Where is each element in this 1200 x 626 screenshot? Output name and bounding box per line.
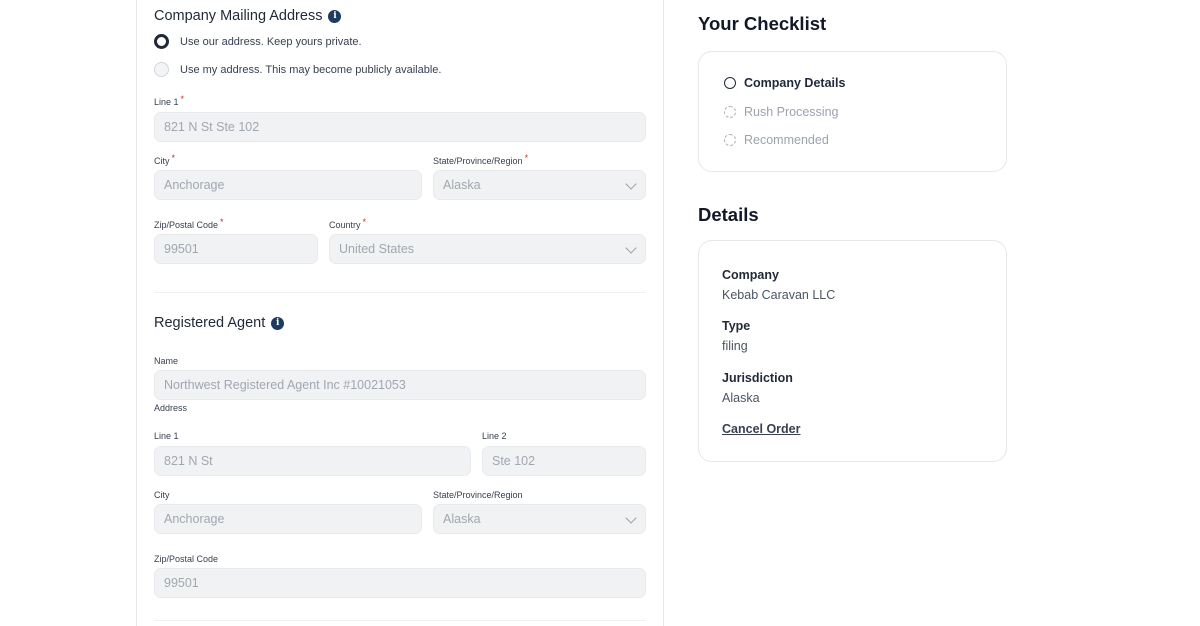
checklist-title: Your Checklist	[698, 13, 827, 34]
country-select[interactable]: United States	[329, 234, 646, 264]
agent-line1-label: Line 1	[154, 431, 179, 441]
info-icon[interactable]: i	[328, 9, 342, 23]
city-field[interactable]: Anchorage	[154, 170, 422, 200]
zip-field[interactable]: 99501	[154, 234, 318, 264]
dashed-circle-icon	[724, 106, 736, 118]
checklist-item-label: Recommended	[744, 133, 829, 147]
line1-label: Line 1 *	[154, 94, 185, 107]
details-title: Details	[698, 204, 759, 225]
type-value: filing	[722, 339, 748, 353]
agent-line1-field[interactable]: 821 N St	[154, 446, 471, 476]
jurisdiction-value: Alaska	[722, 391, 760, 405]
chevron-down-icon	[625, 178, 637, 190]
main-form-card: Company Mailing Address i Use our addres…	[136, 0, 664, 626]
country-label: Country *	[329, 217, 367, 230]
company-value: Kebab Caravan LLC	[722, 288, 836, 302]
agent-state-select[interactable]: Alaska	[433, 504, 646, 534]
agent-address-label: Address	[154, 403, 188, 413]
radio-label: Use our address. Keep yours private.	[180, 35, 362, 48]
chevron-down-icon	[625, 512, 637, 524]
radio-use-my-address[interactable]: Use my address. This may become publicly…	[154, 62, 441, 77]
section-divider	[154, 620, 646, 621]
radio-selected-icon[interactable]	[154, 34, 169, 49]
cancel-order-link[interactable]: Cancel Order	[722, 422, 801, 436]
chevron-down-icon	[625, 242, 637, 254]
zip-label: Zip/Postal Code *	[154, 217, 224, 230]
mailing-title-text: Company Mailing Address	[154, 8, 323, 24]
info-icon[interactable]: i	[271, 316, 285, 330]
checklist-item-recommended[interactable]: Recommended	[724, 133, 829, 147]
checklist-card: Company Details Rush Processing Recommen…	[698, 51, 1007, 172]
radio-label: Use my address. This may become publicly…	[180, 63, 442, 76]
line1-field[interactable]: 821 N St Ste 102	[154, 112, 646, 142]
checklist-item-rush-processing[interactable]: Rush Processing	[724, 105, 839, 119]
jurisdiction-label: Jurisdiction	[722, 371, 793, 385]
agent-name-label: Name	[154, 356, 179, 366]
dashed-circle-icon	[724, 134, 736, 146]
agent-title-text: Registered Agent	[154, 315, 266, 331]
mailing-section-title: Company Mailing Address i	[154, 8, 342, 24]
agent-line2-field[interactable]: Ste 102	[482, 446, 646, 476]
agent-line2-label: Line 2	[482, 431, 507, 441]
agent-zip-label: Zip/Postal Code	[154, 554, 219, 564]
radio-use-our-address[interactable]: Use our address. Keep yours private.	[154, 34, 362, 49]
agent-name-field[interactable]: Northwest Registered Agent Inc #10021053	[154, 370, 646, 400]
agent-city-label: City	[154, 490, 170, 500]
section-divider	[154, 292, 646, 293]
circle-outline-icon	[724, 77, 736, 89]
details-card: Company Kebab Caravan LLC Type filing Ju…	[698, 240, 1007, 462]
state-select[interactable]: Alaska	[433, 170, 646, 200]
state-label: State/Province/Region *	[433, 153, 529, 166]
checklist-item-label: Company Details	[744, 76, 846, 90]
checklist-item-company-details[interactable]: Company Details	[724, 76, 845, 90]
agent-city-field[interactable]: Anchorage	[154, 504, 422, 534]
agent-section-title: Registered Agent i	[154, 315, 285, 331]
radio-unselected-icon[interactable]	[154, 62, 169, 77]
agent-state-label: State/Province/Region	[433, 490, 523, 500]
type-label: Type	[722, 319, 751, 333]
city-label: City *	[154, 153, 176, 166]
agent-zip-field[interactable]: 99501	[154, 568, 646, 598]
checklist-item-label: Rush Processing	[744, 105, 839, 119]
company-label: Company	[722, 268, 779, 282]
